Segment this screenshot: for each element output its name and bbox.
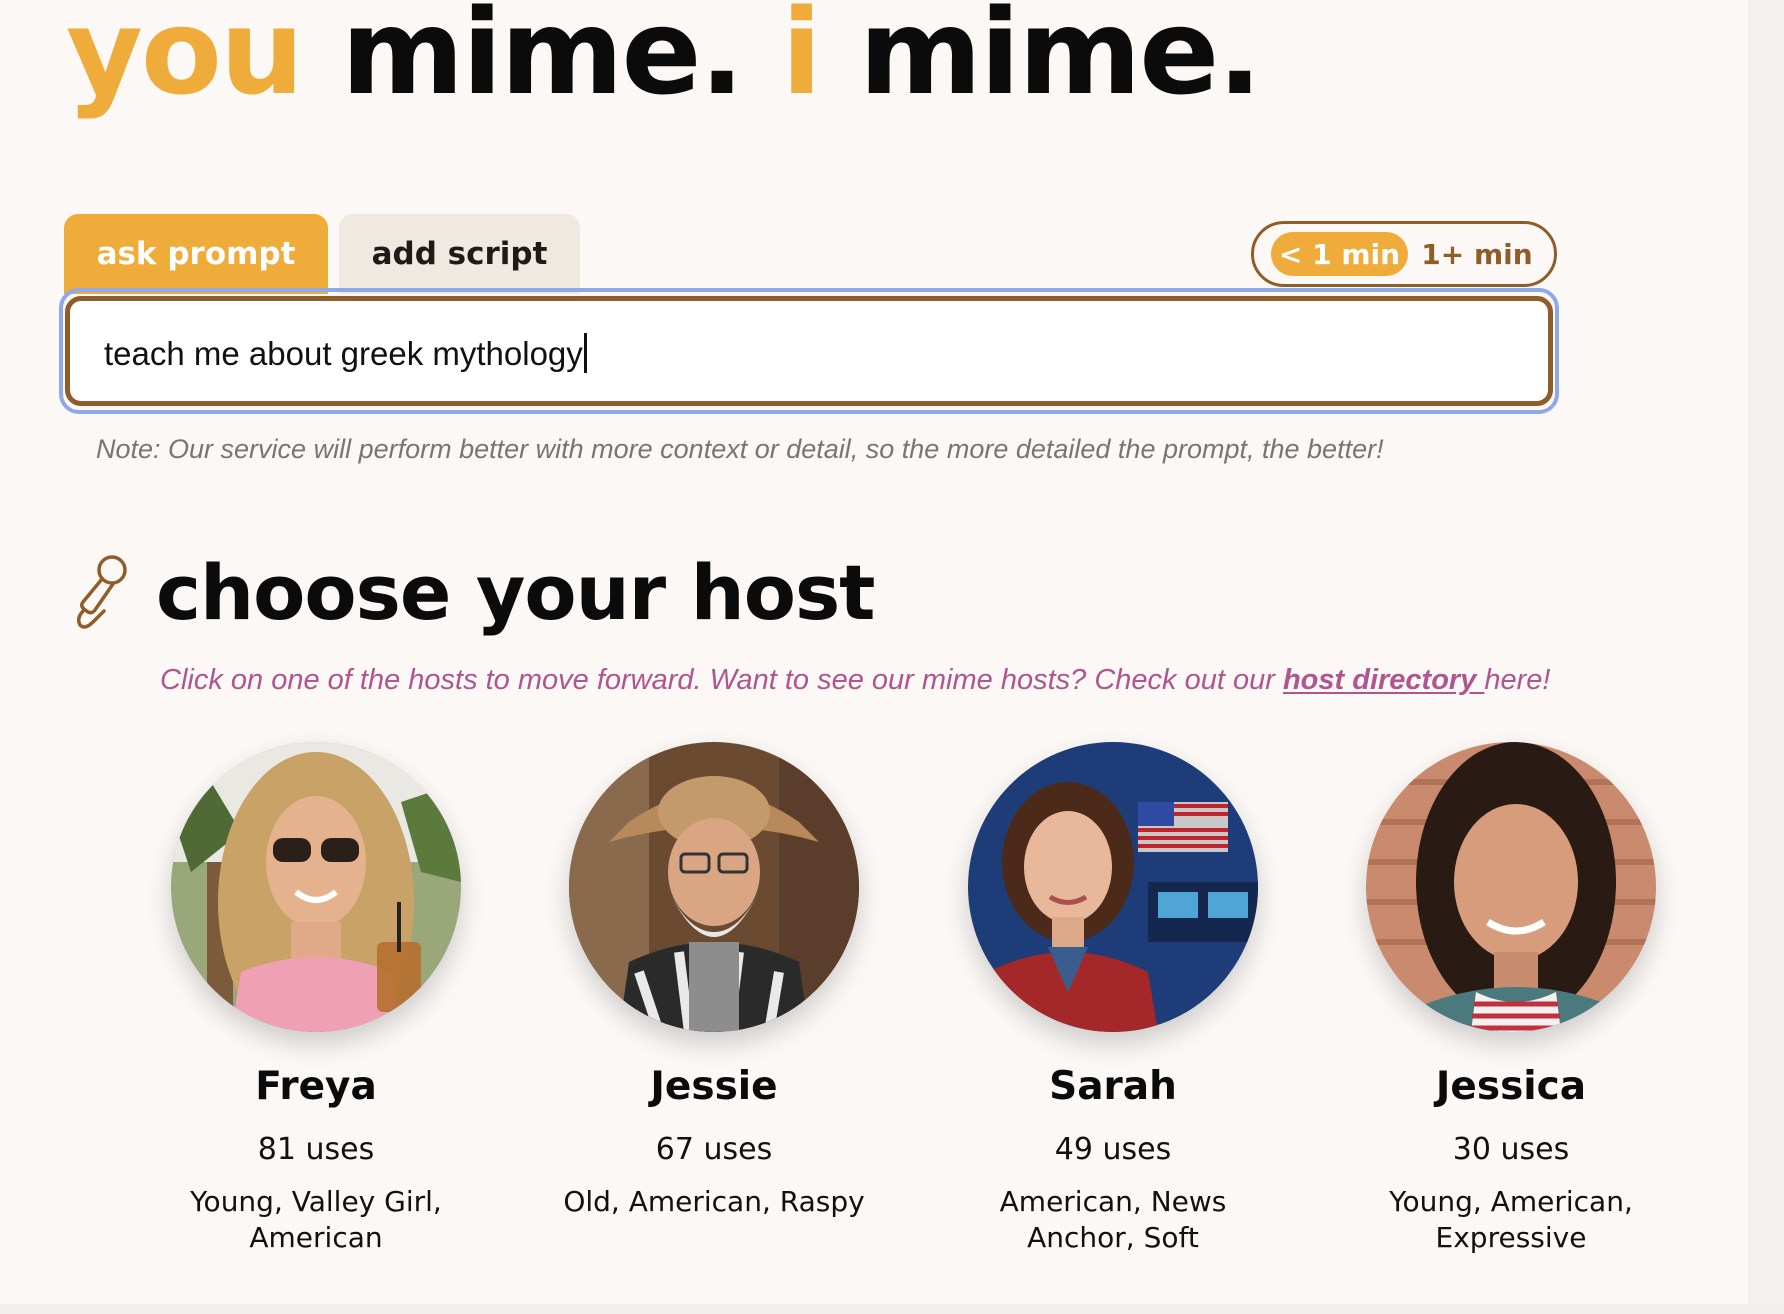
host-avatar-jessie[interactable] (569, 742, 859, 1032)
host-avatar-jessica[interactable] (1366, 742, 1656, 1032)
host-name-jessica: Jessica (1435, 1064, 1587, 1109)
host-description-jessica: Young, American, Expressive (1389, 1185, 1633, 1254)
host-card-jessica[interactable]: Jessica 30 uses Young, American, Express… (1331, 742, 1691, 1262)
host-description-sarah: American, News Anchor, Soft (999, 1185, 1227, 1254)
duration-option-long[interactable]: 1+ min (1418, 232, 1536, 276)
prompt-input[interactable]: teach me about greek mythology (65, 296, 1553, 406)
prompt-input-value-wrap: teach me about greek mythology (104, 333, 587, 374)
right-edge-strip (1748, 0, 1784, 1314)
host-uses-jessica: 30 uses (1452, 1132, 1570, 1167)
host-name-jessie: Jessie (650, 1064, 778, 1109)
host-avatar-freya[interactable] (171, 742, 461, 1032)
prompt-note: Note: Our service will perform better wi… (96, 434, 1384, 464)
host-instructions-end: here! (1484, 664, 1551, 696)
host-card-sarah[interactable]: Sarah 49 uses American, News Anchor, Sof… (933, 742, 1293, 1262)
host-name-sarah: Sarah (1049, 1064, 1177, 1109)
site-logo: you mime. i mime. (66, 0, 1262, 124)
page: you mime. i mime. ask prompt add script … (0, 0, 1784, 1314)
bottom-edge-strip (0, 1304, 1784, 1314)
host-uses-freya: 81 uses (257, 1132, 375, 1167)
host-description-jessie: Old, American, Raspy (563, 1185, 865, 1218)
host-photo-freya (171, 742, 461, 1032)
host-name-freya: Freya (255, 1064, 377, 1109)
duration-toggle: < 1 min 1+ min (1251, 221, 1557, 287)
section-title-choose-host: choose your host (156, 548, 876, 637)
host-uses-sarah: 49 uses (1054, 1132, 1172, 1167)
host-instructions-text: Click on one of the hosts to move forwar… (160, 664, 1283, 696)
host-photo-jessica (1366, 742, 1656, 1032)
host-description-freya: Young, Valley Girl, American (190, 1185, 442, 1254)
logo-mime-2: mime. (858, 0, 1262, 121)
logo-mime-1: mime. (341, 0, 744, 121)
microphone-icon (76, 555, 127, 629)
logo-you: you (66, 0, 304, 121)
host-card-jessie[interactable]: Jessie 67 uses Old, American, Raspy (534, 742, 894, 1262)
duration-option-short[interactable]: < 1 min (1271, 232, 1408, 276)
host-photo-sarah (968, 742, 1258, 1032)
prompt-input-value: teach me about greek mythology (104, 335, 583, 372)
host-directory-link[interactable]: host directory (1283, 664, 1484, 696)
host-instructions: Click on one of the hosts to move forwar… (160, 664, 1551, 697)
tab-ask-prompt[interactable]: ask prompt (64, 214, 328, 294)
tab-add-script[interactable]: add script (339, 214, 580, 294)
host-uses-jessie: 67 uses (655, 1132, 773, 1167)
host-card-freya[interactable]: Freya 81 uses Young, Valley Girl, Americ… (136, 742, 496, 1262)
host-photo-jessie (569, 742, 859, 1032)
host-avatar-sarah[interactable] (968, 742, 1258, 1032)
text-caret (583, 333, 587, 374)
logo-i: i (781, 0, 821, 121)
